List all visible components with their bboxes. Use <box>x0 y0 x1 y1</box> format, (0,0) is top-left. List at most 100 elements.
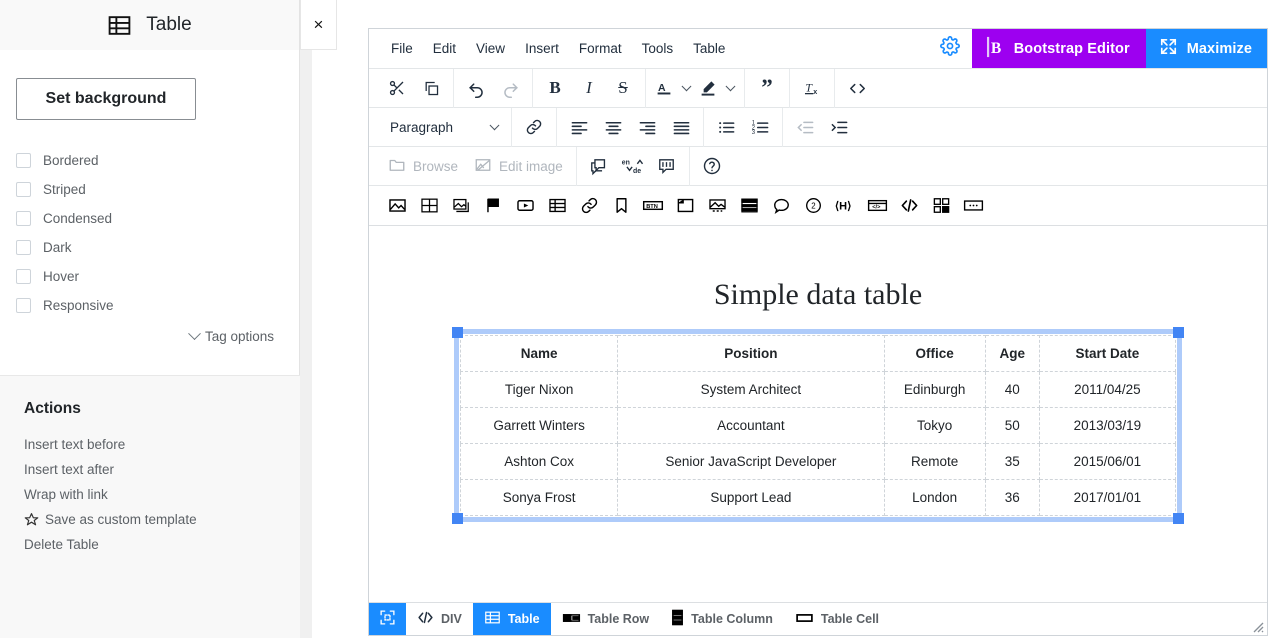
qr-icon[interactable] <box>925 191 957 221</box>
checkbox-condensed[interactable] <box>16 211 31 226</box>
text-color-dropdown[interactable] <box>677 73 695 103</box>
table-cell[interactable]: 2011/04/25 <box>1038 371 1177 408</box>
bootstrap-editor-button[interactable]: B Bootstrap Editor <box>971 29 1146 68</box>
action-delete-table[interactable]: Delete Table <box>24 532 276 557</box>
align-left-icon[interactable] <box>562 112 596 142</box>
comment-icon[interactable] <box>582 151 616 181</box>
bullet-list-icon[interactable] <box>709 112 743 142</box>
statusbar-item-div[interactable]: DIV <box>406 603 473 635</box>
menu-item-insert[interactable]: Insert <box>515 36 569 61</box>
bookmark-icon[interactable] <box>605 191 637 221</box>
strikethrough-icon[interactable]: S <box>606 73 640 103</box>
checkbox-bordered[interactable] <box>16 153 31 168</box>
table-cell[interactable]: Accountant <box>617 407 885 444</box>
column-header-name[interactable]: Name <box>459 335 619 372</box>
selection-handle-bottom-left[interactable] <box>452 513 463 524</box>
indent-icon[interactable] <box>822 112 856 142</box>
selection-handle-top-right[interactable] <box>1173 327 1184 338</box>
link-icon[interactable] <box>517 112 551 142</box>
table-cell[interactable]: Senior JavaScript Developer <box>617 443 885 480</box>
column-header-start-date[interactable]: Start Date <box>1038 335 1177 372</box>
card-icon[interactable] <box>669 191 701 221</box>
code-icon[interactable] <box>893 191 925 221</box>
highlight-color-dropdown[interactable] <box>721 73 739 103</box>
more-icon[interactable] <box>957 191 989 221</box>
badge-icon[interactable]: 2 <box>797 191 829 221</box>
tag-options-toggle[interactable]: Tag options <box>16 327 283 344</box>
table-cell[interactable]: 2015/06/01 <box>1038 443 1177 480</box>
settings-button[interactable] <box>928 29 972 68</box>
text-color-icon[interactable]: A <box>651 73 677 103</box>
selected-table-wrapper[interactable]: Name Position Office Age Start Date Tige… <box>452 327 1184 524</box>
maximize-button[interactable]: Maximize <box>1145 29 1267 68</box>
align-center-icon[interactable] <box>596 112 630 142</box>
slider-icon[interactable] <box>445 191 477 221</box>
align-right-icon[interactable] <box>630 112 664 142</box>
table-cell[interactable]: London <box>883 479 986 516</box>
column-header-position[interactable]: Position <box>617 335 885 372</box>
table-cell[interactable]: System Architect <box>617 371 885 408</box>
table-header-row[interactable]: Name Position Office Age Start Date <box>459 335 1177 372</box>
table-cell[interactable]: Sonya Frost <box>459 479 619 516</box>
menu-item-tools[interactable]: Tools <box>632 36 684 61</box>
checkbox-dark[interactable] <box>16 240 31 255</box>
editor-content-area[interactable]: Simple data table Name Position Office A… <box>369 226 1267 602</box>
figure-icon[interactable] <box>701 191 733 221</box>
table-cell[interactable]: 2017/01/01 <box>1038 479 1177 516</box>
italic-icon[interactable]: I <box>572 73 606 103</box>
undo-icon[interactable] <box>459 73 493 103</box>
data-table[interactable]: Name Position Office Age Start Date Tige… <box>459 335 1177 516</box>
table-cell[interactable]: 36 <box>984 479 1040 516</box>
table-cell[interactable]: Tiger Nixon <box>459 371 619 408</box>
checkbox-responsive[interactable] <box>16 298 31 313</box>
checkbox-row-bordered[interactable]: Bordered <box>16 146 283 175</box>
table-cell[interactable]: Remote <box>883 443 986 480</box>
tune-icon[interactable] <box>650 151 684 181</box>
tooltip-icon[interactable] <box>765 191 797 221</box>
table-row[interactable]: Ashton Cox Senior JavaScript Developer R… <box>459 443 1177 480</box>
highlight-color-icon[interactable] <box>695 73 721 103</box>
selection-handle-top-left[interactable] <box>452 327 463 338</box>
numbered-list-icon[interactable]: 1 2 3 <box>743 112 777 142</box>
copy-icon[interactable] <box>414 73 448 103</box>
statusbar-item-table-column[interactable]: Table Column <box>660 603 784 635</box>
align-justify-icon[interactable] <box>664 112 698 142</box>
menu-item-edit[interactable]: Edit <box>423 36 466 61</box>
action-wrap-with-link[interactable]: Wrap with link <box>24 482 276 507</box>
help-icon[interactable] <box>695 151 729 181</box>
image-icon[interactable] <box>381 191 413 221</box>
resize-grip-icon[interactable] <box>1250 619 1264 633</box>
blockquote-icon[interactable]: ” <box>750 73 784 103</box>
menu-item-format[interactable]: Format <box>569 36 632 61</box>
heading-icon[interactable]: ⟨H⟩ <box>829 191 861 221</box>
table-cell[interactable]: 35 <box>984 443 1040 480</box>
checkbox-row-condensed[interactable]: Condensed <box>16 204 283 233</box>
iframe-icon[interactable]: </> <box>861 191 893 221</box>
table-cell[interactable]: 40 <box>984 371 1040 408</box>
table-row[interactable]: Sonya Frost Support Lead London 36 2017/… <box>459 479 1177 516</box>
table-cell[interactable]: Ashton Cox <box>459 443 619 480</box>
statusbar-item-table-cell[interactable]: Table Cell <box>784 603 890 635</box>
statusbar-select-element[interactable] <box>369 603 406 635</box>
accordion-icon[interactable] <box>733 191 765 221</box>
button-icon[interactable]: BTN <box>637 191 669 221</box>
block-format-select[interactable]: Paragraph <box>380 112 506 142</box>
checkbox-row-hover[interactable]: Hover <box>16 262 283 291</box>
action-insert-text-after[interactable]: Insert text after <box>24 457 276 482</box>
sidebar-scrollbar-thumb[interactable] <box>301 86 311 301</box>
menu-item-file[interactable]: File <box>381 36 423 61</box>
statusbar-item-table-row[interactable]: Table Row <box>551 603 661 635</box>
video-icon[interactable] <box>509 191 541 221</box>
table-cell[interactable]: 2013/03/19 <box>1038 407 1177 444</box>
checkbox-row-dark[interactable]: Dark <box>16 233 283 262</box>
action-save-as-custom-template[interactable]: Save as custom template <box>24 507 276 532</box>
table-cell[interactable]: Garrett Winters <box>459 407 619 444</box>
checkbox-hover[interactable] <box>16 269 31 284</box>
action-insert-text-before[interactable]: Insert text before <box>24 432 276 457</box>
menu-item-view[interactable]: View <box>466 36 515 61</box>
table-cell[interactable]: 50 <box>984 407 1040 444</box>
table-row[interactable]: Garrett Winters Accountant Tokyo 50 2013… <box>459 407 1177 444</box>
selection-handle-bottom-right[interactable] <box>1173 513 1184 524</box>
gallery-icon[interactable] <box>413 191 445 221</box>
checkbox-striped[interactable] <box>16 182 31 197</box>
